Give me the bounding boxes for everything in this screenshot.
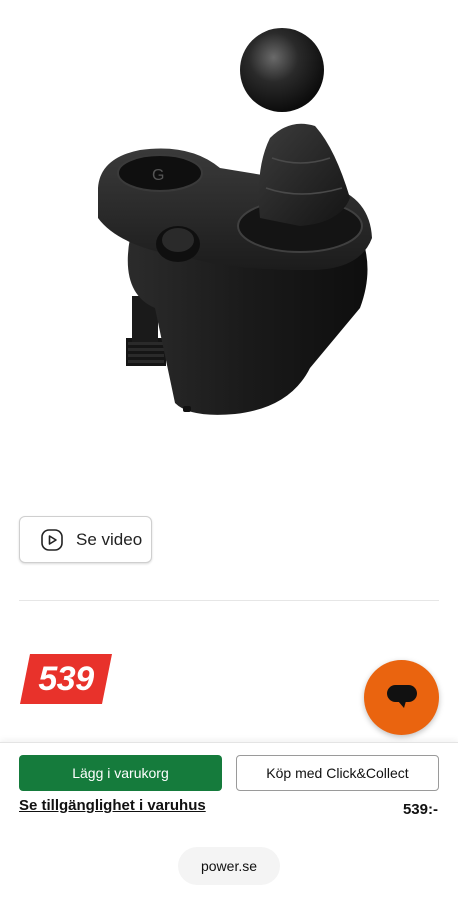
video-button-label: Se video — [76, 529, 143, 549]
click-collect-button[interactable]: Köp med Click&Collect — [236, 755, 439, 791]
price-small: 539:- — [402, 801, 438, 818]
chat-icon — [384, 677, 420, 718]
bottom-action-bar: Lägg i varukorg Köp med Click&Collect Se… — [0, 742, 458, 900]
chat-button[interactable] — [364, 660, 439, 735]
price-badge: 539 — [20, 654, 112, 704]
product-image[interactable]: G — [60, 8, 400, 428]
video-button[interactable]: Se video — [19, 516, 152, 563]
divider — [19, 600, 439, 601]
add-to-cart-button[interactable]: Lägg i varukorg — [19, 755, 222, 791]
svg-text:G: G — [152, 167, 164, 184]
product-page: G Se video 539 Lägg i varukorg Köp med C… — [0, 0, 458, 900]
play-icon — [40, 528, 64, 552]
url-text: power.se — [200, 858, 258, 874]
store-availability-link[interactable]: Se tillgänglighet i varuhus — [19, 797, 206, 814]
price-badge-value: 539 — [38, 659, 94, 698]
browser-url-bar[interactable]: power.se — [178, 847, 280, 885]
